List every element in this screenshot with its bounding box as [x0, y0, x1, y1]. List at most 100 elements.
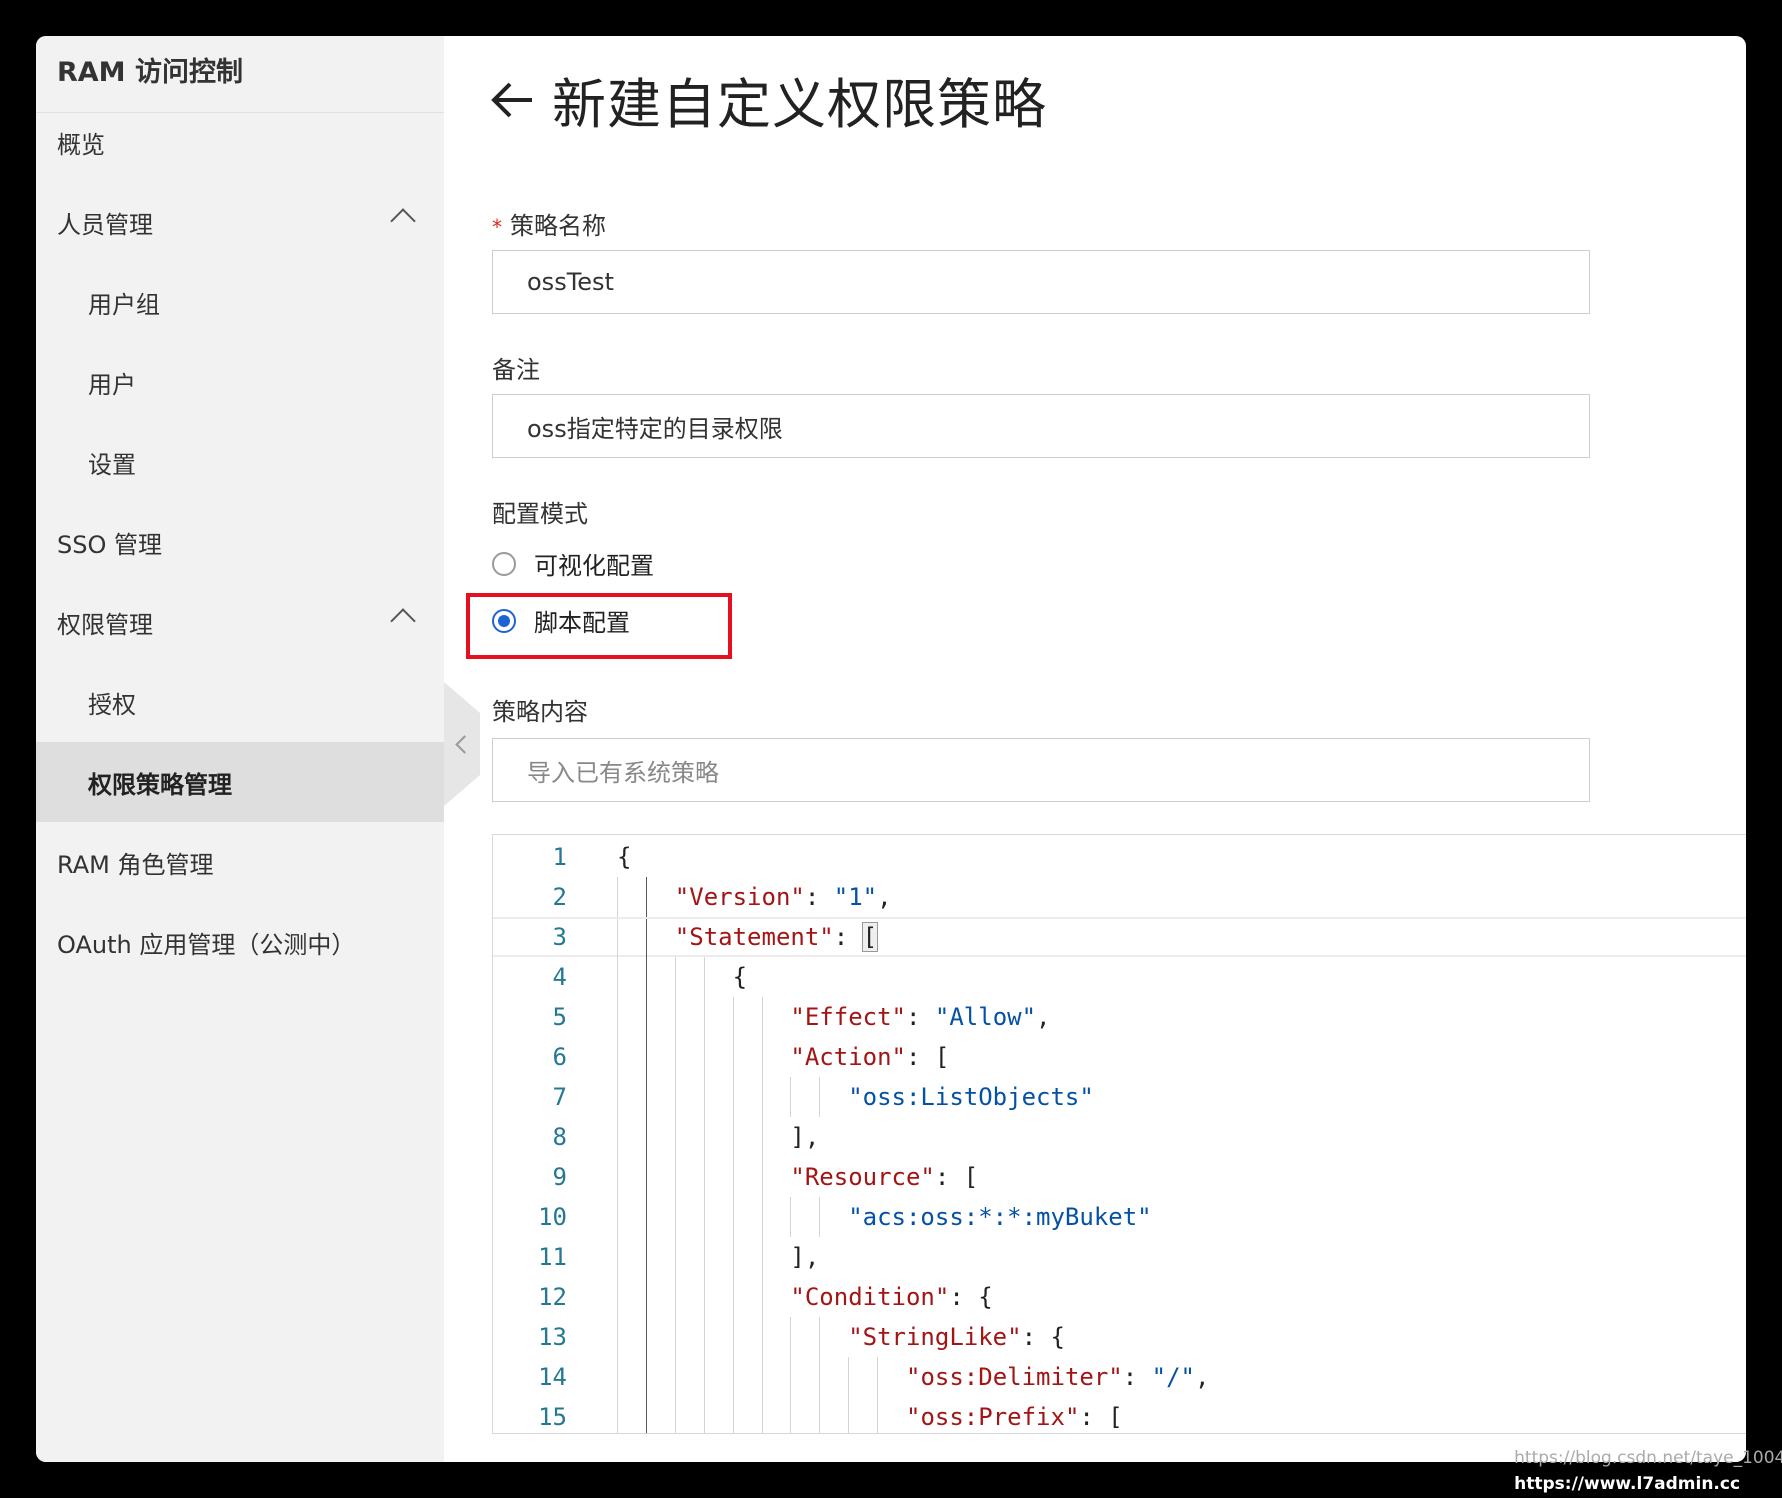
indent-guide — [645, 1277, 647, 1317]
main-content: 新建自定义权限策略 * 策略名称 ossTest 备注 oss指定特定的目录权限 … — [444, 36, 1746, 1462]
indent-guide — [645, 1397, 647, 1433]
indent-guide — [617, 1117, 618, 1157]
indent-guide — [645, 1237, 647, 1277]
code-line: 9 "Resource": [ — [493, 1157, 1746, 1197]
indent-guide — [674, 1197, 676, 1237]
sidebar: RAM 访问控制 概览 人员管理 用户组 用户 设置 SSO 管理 权限管理 授… — [36, 36, 444, 1462]
sidebar-item-oauth-apps[interactable]: OAuth 应用管理（公测中） — [36, 902, 444, 982]
indent-guide — [703, 1037, 705, 1077]
indent-guide — [703, 957, 705, 997]
code-line: 12 "Condition": { — [493, 1277, 1746, 1317]
code-text: "oss:ListObjects" — [848, 1083, 1094, 1111]
indent-guide — [790, 1197, 792, 1237]
indent-guide — [761, 1077, 763, 1117]
indent-guide — [674, 1397, 676, 1433]
code-text: "Resource": [ — [790, 1163, 979, 1191]
indent-guide — [617, 1077, 618, 1117]
indent-guide — [617, 1157, 618, 1197]
note-value: oss指定特定的目录权限 — [527, 414, 783, 443]
code-line: 7 "oss:ListObjects" — [493, 1077, 1746, 1117]
sidebar-item-settings[interactable]: 设置 — [36, 422, 444, 502]
code-line: 3 "Statement": [ — [493, 917, 1746, 959]
indent-guide — [790, 1317, 792, 1357]
indent-guide — [645, 1117, 647, 1157]
line-number: 8 — [552, 1123, 567, 1151]
indent-guide — [761, 1237, 763, 1277]
radio-visual[interactable] — [492, 551, 516, 576]
back-arrow-icon[interactable] — [490, 80, 536, 120]
indent-guide — [674, 997, 676, 1037]
line-number: 6 — [552, 1043, 567, 1071]
sidebar-item-permissions[interactable]: 权限管理 — [36, 582, 444, 662]
policy-name-value: ossTest — [527, 268, 614, 296]
code-line: 4{ — [493, 957, 1746, 997]
code-line: 1{ — [493, 837, 1746, 877]
line-number: 15 — [538, 1403, 567, 1431]
chevron-up-icon[interactable] — [390, 208, 416, 234]
indent-guide — [877, 1397, 879, 1433]
indent-guide — [703, 1117, 705, 1157]
line-number: 13 — [538, 1323, 567, 1351]
policy-code-editor[interactable]: 1{2 "Version": "1", 3 "Statement": [4{5 "Eff… — [492, 834, 1746, 1434]
indent-guide — [732, 1237, 734, 1277]
sidebar-item-label: 授权 — [88, 690, 136, 719]
indent-guide — [761, 997, 763, 1037]
indent-guide — [732, 1397, 734, 1433]
watermark-text: https://www.l7admin.cc — [1514, 1474, 1741, 1494]
indent-guide — [732, 1157, 734, 1197]
indent-guide — [703, 1077, 705, 1117]
indent-guide — [761, 1157, 763, 1197]
code-line: 6 "Action": [ — [493, 1037, 1746, 1077]
mode-visual-option[interactable]: 可视化配置 — [492, 546, 654, 581]
sidebar-item-label: 人员管理 — [57, 210, 153, 239]
indent-guide — [645, 1197, 647, 1237]
indent-guide — [790, 1077, 792, 1117]
indent-guide — [703, 1357, 705, 1397]
indent-guide — [674, 1077, 676, 1117]
code-text: "oss:Prefix": [ — [906, 1403, 1123, 1431]
indent-guide — [732, 1117, 734, 1157]
indent-guide — [819, 1397, 821, 1433]
code-line: 10 "acs:oss:*:*:myBuket" — [493, 1197, 1746, 1237]
sidebar-item-label: 概览 — [57, 130, 105, 159]
sidebar-item-sso[interactable]: SSO 管理 — [36, 502, 444, 582]
indent-guide — [848, 1357, 850, 1397]
code-text: { — [732, 963, 748, 991]
sidebar-item-label: SSO 管理 — [57, 530, 162, 559]
note-input[interactable]: oss指定特定的目录权限 — [492, 394, 1590, 458]
indent-guide — [617, 1397, 618, 1433]
sidebar-item-label: RAM 角色管理 — [57, 850, 214, 879]
sidebar-item-policy-management[interactable]: 权限策略管理 — [36, 742, 444, 822]
indent-guide — [674, 1317, 676, 1357]
indent-guide — [761, 1317, 763, 1357]
indent-guide — [732, 1357, 734, 1397]
line-number: 5 — [552, 1003, 567, 1031]
policy-name-input[interactable]: ossTest — [492, 250, 1590, 314]
line-number: 2 — [552, 883, 567, 911]
indent-guide — [674, 1357, 676, 1397]
indent-guide — [617, 1037, 618, 1077]
line-number: 10 — [538, 1203, 567, 1231]
sidebar-item-people[interactable]: 人员管理 — [36, 182, 444, 262]
policy-name-label-text: 策略名称 — [510, 212, 606, 240]
sidebar-item-users[interactable]: 用户 — [36, 342, 444, 422]
sidebar-item-ram-roles[interactable]: RAM 角色管理 — [36, 822, 444, 902]
indent-guide — [819, 1357, 821, 1397]
indent-guide — [645, 919, 647, 959]
page-title: 新建自定义权限策略 — [552, 73, 1047, 136]
chevron-up-icon[interactable] — [390, 608, 416, 634]
sidebar-item-grants[interactable]: 授权 — [36, 662, 444, 742]
indent-guide — [703, 1397, 705, 1433]
indent-guide — [617, 919, 618, 959]
indent-guide — [645, 1077, 647, 1117]
sidebar-item-user-groups[interactable]: 用户组 — [36, 262, 444, 342]
indent-guide — [674, 957, 676, 997]
sidebar-item-overview[interactable]: 概览 — [36, 102, 444, 182]
code-text: "oss:Delimiter": "/", — [906, 1363, 1210, 1391]
indent-guide — [732, 1277, 734, 1317]
line-number: 9 — [552, 1163, 567, 1191]
import-policy-select[interactable]: 导入已有系统策略 — [492, 738, 1590, 802]
code-line: 13 "StringLike": { — [493, 1317, 1746, 1357]
indent-guide — [703, 1237, 705, 1277]
sidebar-item-label: 用户 — [88, 370, 136, 399]
